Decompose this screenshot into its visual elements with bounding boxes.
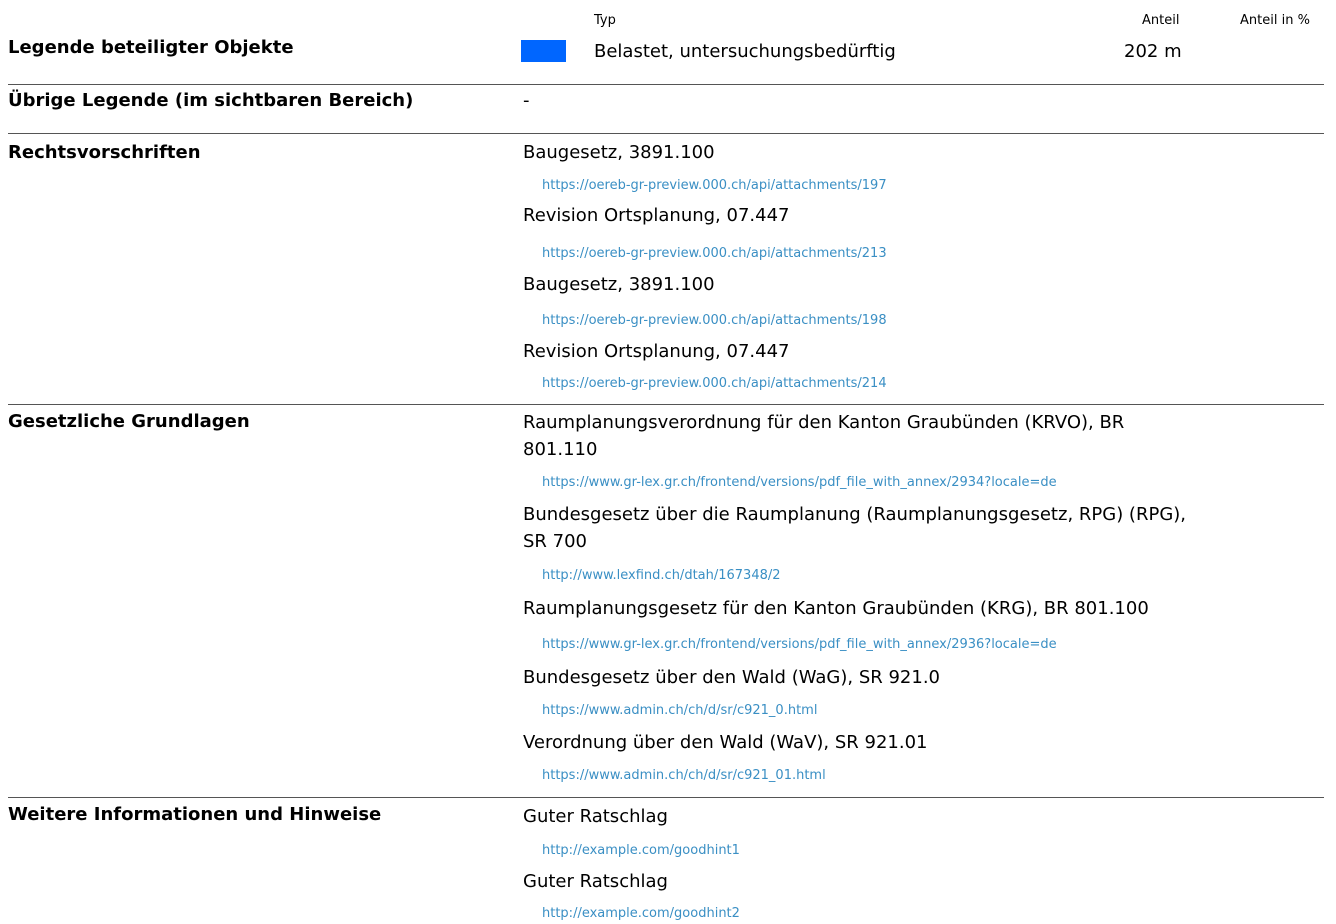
column-header-typ: Typ bbox=[594, 13, 616, 28]
rechtsvorschrift-label: Baugesetz, 3891.100 bbox=[523, 274, 715, 295]
section-divider bbox=[8, 133, 1324, 134]
grundlage-label: Bundesgesetz über den Wald (WaG), SR 921… bbox=[523, 667, 941, 688]
rechtsvorschrift-link[interactable]: https://oereb-gr-preview.000.ch/api/atta… bbox=[542, 246, 887, 262]
hinweis-label: Guter Ratschlag bbox=[523, 871, 668, 892]
legend-share: 202 m bbox=[1124, 41, 1182, 62]
grundlage-label: Verordnung über den Wald (WaV), SR 921.0… bbox=[523, 732, 928, 753]
grundlagen-title: Gesetzliche Grundlagen bbox=[8, 411, 250, 432]
hinweis-label: Guter Ratschlag bbox=[523, 806, 668, 827]
hinweise-title: Weitere Informationen und Hinweise bbox=[8, 804, 382, 825]
section-divider bbox=[8, 797, 1324, 798]
rechtsvorschrift-label: Baugesetz, 3891.100 bbox=[523, 142, 715, 163]
hinweis-link[interactable]: http://example.com/goodhint2 bbox=[542, 906, 740, 922]
legend-title: Legende beteiligter Objekte bbox=[8, 37, 294, 58]
hinweis-link[interactable]: http://example.com/goodhint1 bbox=[542, 843, 740, 859]
grundlage-label: Raumplanungsgesetz für den Kanton Graubü… bbox=[523, 598, 1149, 619]
rechtsvorschrift-link[interactable]: https://oereb-gr-preview.000.ch/api/atta… bbox=[542, 313, 887, 329]
grundlage-label-continuation: SR 700 bbox=[523, 531, 588, 552]
grundlage-link[interactable]: https://www.gr-lex.gr.ch/frontend/versio… bbox=[542, 475, 1057, 491]
grundlage-label-continuation: 801.110 bbox=[523, 439, 598, 460]
grundlage-link[interactable]: https://www.gr-lex.gr.ch/frontend/versio… bbox=[542, 637, 1057, 653]
other-legend-title: Übrige Legende (im sichtbaren Bereich) bbox=[8, 90, 414, 111]
rechtsvorschrift-label: Revision Ortsplanung, 07.447 bbox=[523, 205, 790, 226]
rechtsvorschrift-link[interactable]: https://oereb-gr-preview.000.ch/api/atta… bbox=[542, 178, 887, 194]
section-divider bbox=[8, 404, 1324, 405]
grundlage-link[interactable]: https://www.admin.ch/ch/d/sr/c921_0.html bbox=[542, 703, 817, 719]
legend-color-swatch bbox=[521, 40, 566, 62]
grundlage-link[interactable]: https://www.admin.ch/ch/d/sr/c921_01.htm… bbox=[542, 768, 826, 784]
column-header-anteil: Anteil bbox=[1142, 13, 1180, 28]
rechtsvorschrift-link[interactable]: https://oereb-gr-preview.000.ch/api/atta… bbox=[542, 376, 887, 392]
rechtsvorschrift-label: Revision Ortsplanung, 07.447 bbox=[523, 341, 790, 362]
section-divider bbox=[8, 84, 1324, 85]
column-header-anteil-prozent: Anteil in % bbox=[1240, 13, 1310, 28]
other-legend-value: - bbox=[523, 90, 530, 111]
legend-type: Belastet, untersuchungsbedürftig bbox=[594, 41, 896, 62]
grundlage-link[interactable]: http://www.lexfind.ch/dtah/167348/2 bbox=[542, 568, 781, 584]
grundlage-label: Bundesgesetz über die Raumplanung (Raump… bbox=[523, 504, 1187, 525]
rechtsvorschriften-title: Rechtsvorschriften bbox=[8, 142, 201, 163]
grundlage-label: Raumplanungsverordnung für den Kanton Gr… bbox=[523, 412, 1125, 433]
